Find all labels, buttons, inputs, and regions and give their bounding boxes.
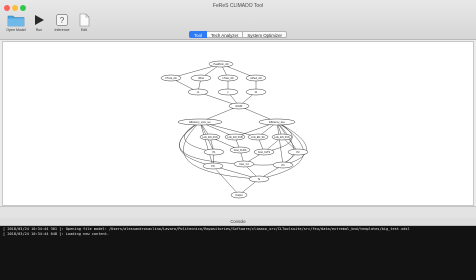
graph-node[interactable]: P3 xyxy=(272,161,294,169)
graph-node[interactable]: Link_EN_FUS xyxy=(199,133,221,141)
play-icon xyxy=(29,13,49,27)
graph-node-label: Cost_CLTS xyxy=(258,151,271,154)
graph-node-label: Wind xyxy=(198,77,204,80)
folder-icon xyxy=(3,13,29,27)
graph-node[interactable]: Link_EN_SA xyxy=(247,133,269,141)
tab-tech-analyzer[interactable]: Tech Analyzer xyxy=(207,31,244,38)
graph-node[interactable]: Output xyxy=(230,191,248,199)
graph-node-label: Link_EN_FUB xyxy=(227,136,243,139)
tab-bar: Tool Tech Analyzer System Optimizer xyxy=(0,31,476,39)
graph-node[interactable]: Link_EN_FUB xyxy=(224,133,246,141)
graph-node[interactable]: Cost_CLRS xyxy=(229,146,251,154)
graph-node-label: RAUR xyxy=(236,105,243,108)
graph-node[interactable]: LTrust_d1t xyxy=(217,74,239,82)
graph-node-label: Efficiency_cons_ren xyxy=(189,121,211,124)
graph-node-label: LTrust_d1t xyxy=(222,77,233,80)
console-title: Console xyxy=(0,218,476,226)
graph-node[interactable]: PO xyxy=(202,162,224,170)
graph-node[interactable]: Cost_CLTS xyxy=(253,148,275,156)
graph-edge xyxy=(276,121,284,166)
graph-node-label: PO xyxy=(211,165,215,168)
console-output: [ 2018/03/24 10:34:44 301 ]: Opening fil… xyxy=(0,226,476,280)
graph-node-label: Heatlfrom_d1t xyxy=(213,63,228,66)
graph-node[interactable]: Efficiency_cons_ren xyxy=(177,118,223,126)
log-line: [ 2018/03/24 10:34:44 648 ]: Loading new… xyxy=(3,232,110,236)
graph-node-label: Efficiency_tree xyxy=(269,121,285,124)
graph-node[interactable]: CTrust_d1t xyxy=(160,74,182,82)
window-title: FeReS CLIMADO Tool xyxy=(212,3,264,9)
graph-node-label: CTrust_d1t xyxy=(165,77,177,80)
bayesian-network-graph: Heatlfrom_d1t CTrust_d1t Wind LTrust_d1t Air… xyxy=(160,60,309,199)
graph-node-label: Cost_CLRS xyxy=(234,149,247,152)
graph-edge xyxy=(212,165,240,196)
graph-node-label: Link_EN_FUS xyxy=(202,136,218,139)
graph-node[interactable]: Wind xyxy=(190,74,212,82)
graph-node[interactable]: c1 xyxy=(187,88,209,96)
tab-tool[interactable]: Tool xyxy=(188,31,208,38)
graph-node[interactable]: Efficiency_tree xyxy=(258,118,296,126)
graph-node-label: Airfuel_d1t xyxy=(250,77,262,80)
graph-node[interactable]: P2 xyxy=(287,148,309,156)
graph-node-label: Link_EN_FUS xyxy=(274,136,290,139)
graph-node[interactable]: P1 xyxy=(203,148,225,156)
graph-node[interactable]: c xyxy=(217,88,239,96)
graph-node[interactable]: Link_EN_FUS xyxy=(271,133,293,141)
graph-node[interactable]: Te xyxy=(248,175,270,183)
graph-node-label: Cost_1.0 xyxy=(239,163,249,166)
graph-node-label: Output xyxy=(235,194,243,197)
document-icon xyxy=(74,13,94,27)
graph-node[interactable]: Heatlfrom_d1t xyxy=(208,60,234,68)
tab-system-optimizer[interactable]: System Optimizer xyxy=(243,31,288,38)
graph-node-label: Link_EN_SA xyxy=(251,136,265,139)
graph-node[interactable]: RAUR xyxy=(228,102,250,110)
graph-node[interactable]: Cost_1.0 xyxy=(233,160,255,168)
graph-node[interactable]: Airfuel_d1t xyxy=(245,74,267,82)
app-window: FeReS CLIMADO Tool Open Model Run ? Infe… xyxy=(0,0,476,280)
graph-node[interactable]: k1 xyxy=(245,88,267,96)
inference-icon: ? xyxy=(50,13,74,27)
network-canvas[interactable]: Heatlfrom_d1t CTrust_d1t Wind LTrust_d1t Air… xyxy=(2,41,474,206)
svg-text:?: ? xyxy=(60,16,65,25)
